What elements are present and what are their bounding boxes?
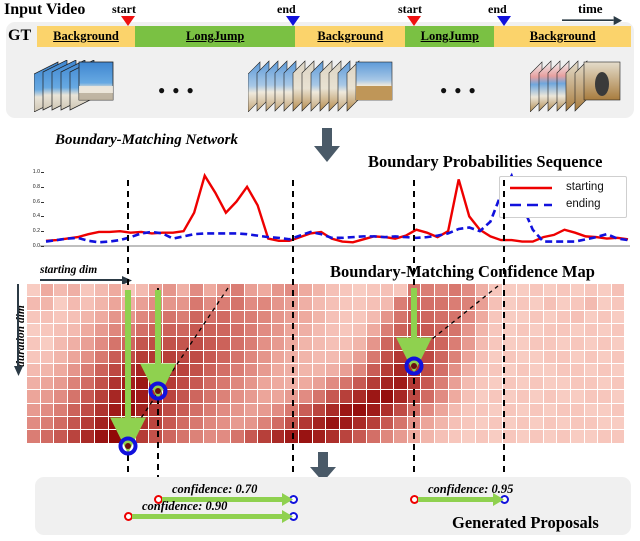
proposal-confidence-label: confidence: 0.70 — [172, 482, 258, 496]
proposal-arrowhead-icon — [282, 492, 293, 506]
proposal-confidence-label: confidence: 0.90 — [142, 499, 228, 513]
proposal-arrow — [132, 513, 283, 519]
proposal-arrow — [418, 496, 494, 502]
proposal-arrowhead-icon — [282, 509, 293, 523]
proposal-confidence-label: confidence: 0.95 — [428, 482, 514, 496]
proposal-list: confidence: 0.70 confidence: 0.90 confiden… — [0, 0, 640, 541]
